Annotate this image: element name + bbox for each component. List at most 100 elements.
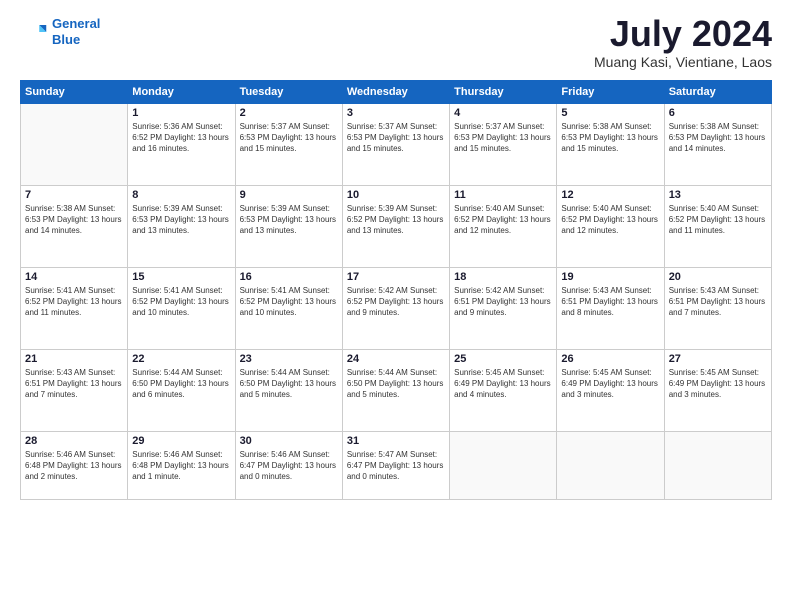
- day-info: Sunrise: 5:47 AM Sunset: 6:47 PM Dayligh…: [347, 449, 445, 483]
- day-info: Sunrise: 5:46 AM Sunset: 6:47 PM Dayligh…: [240, 449, 338, 483]
- table-row: 27Sunrise: 5:45 AM Sunset: 6:49 PM Dayli…: [664, 350, 771, 432]
- day-info: Sunrise: 5:37 AM Sunset: 6:53 PM Dayligh…: [240, 121, 338, 155]
- day-number: 28: [25, 435, 123, 447]
- col-tuesday: Tuesday: [235, 81, 342, 104]
- month-year: July 2024: [594, 16, 772, 52]
- day-number: 7: [25, 189, 123, 201]
- day-number: 2: [240, 107, 338, 119]
- day-info: Sunrise: 5:44 AM Sunset: 6:50 PM Dayligh…: [347, 367, 445, 401]
- title-section: July 2024 Muang Kasi, Vientiane, Laos: [594, 16, 772, 70]
- day-number: 24: [347, 353, 445, 365]
- col-monday: Monday: [128, 81, 235, 104]
- table-row: 18 Sunrise: 5:42 AM Sunset: 6:51 PM Dayli…: [450, 268, 557, 350]
- day-info: Sunrise: 5:40 AM Sunset: 6:52 PM Dayligh…: [454, 203, 552, 237]
- table-row: [21, 104, 128, 186]
- table-row: 12 Sunrise: 5:40 AM Sunset: 6:52 PM Dayli…: [557, 186, 664, 268]
- col-sunday: Sunday: [21, 81, 128, 104]
- table-row: 29 Sunrise: 5:46 AM Sunset: 6:48 PM Dayli…: [128, 432, 235, 500]
- day-info: Sunrise: 5:43 AM Sunset: 6:51 PM Dayligh…: [25, 367, 123, 401]
- day-number: 13: [669, 189, 767, 201]
- table-row: [557, 432, 664, 500]
- table-row: 1 Sunrise: 5:36 AM Sunset: 6:52 PM Daylig…: [128, 104, 235, 186]
- table-row: 13 Sunrise: 5:40 AM Sunset: 6:52 PM Dayli…: [664, 186, 771, 268]
- day-number: 9: [240, 189, 338, 201]
- day-number: 21: [25, 353, 123, 365]
- day-info: Sunrise: 5:45 AM Sunset: 6:49 PM Dayligh…: [454, 367, 552, 401]
- day-number: 19: [561, 271, 659, 283]
- table-row: 8 Sunrise: 5:39 AM Sunset: 6:53 PM Daylig…: [128, 186, 235, 268]
- col-friday: Friday: [557, 81, 664, 104]
- logo-line2: Blue: [52, 32, 80, 47]
- logo-icon: [20, 18, 48, 46]
- day-info: Sunrise: 5:36 AM Sunset: 6:52 PM Dayligh…: [132, 121, 230, 155]
- table-row: 20Sunrise: 5:43 AM Sunset: 6:51 PM Dayli…: [664, 268, 771, 350]
- table-row: 7 Sunrise: 5:38 AM Sunset: 6:53 PM Daylig…: [21, 186, 128, 268]
- table-row: 22Sunrise: 5:44 AM Sunset: 6:50 PM Dayli…: [128, 350, 235, 432]
- day-info: Sunrise: 5:42 AM Sunset: 6:51 PM Dayligh…: [454, 285, 552, 319]
- day-info: Sunrise: 5:44 AM Sunset: 6:50 PM Dayligh…: [240, 367, 338, 401]
- day-number: 22: [132, 353, 230, 365]
- table-row: 14Sunrise: 5:41 AM Sunset: 6:52 PM Dayli…: [21, 268, 128, 350]
- table-row: 6 Sunrise: 5:38 AM Sunset: 6:53 PM Daylig…: [664, 104, 771, 186]
- day-number: 4: [454, 107, 552, 119]
- logo-line1: General: [52, 16, 100, 31]
- day-info: Sunrise: 5:38 AM Sunset: 6:53 PM Dayligh…: [669, 121, 767, 155]
- col-saturday: Saturday: [664, 81, 771, 104]
- day-number: 10: [347, 189, 445, 201]
- table-row: 4 Sunrise: 5:37 AM Sunset: 6:53 PM Daylig…: [450, 104, 557, 186]
- day-info: Sunrise: 5:39 AM Sunset: 6:53 PM Dayligh…: [132, 203, 230, 237]
- table-row: 28 Sunrise: 5:46 AM Sunset: 6:48 PM Dayli…: [21, 432, 128, 500]
- col-thursday: Thursday: [450, 81, 557, 104]
- day-info: Sunrise: 5:46 AM Sunset: 6:48 PM Dayligh…: [25, 449, 123, 483]
- table-row: 26 Sunrise: 5:45 AM Sunset: 6:49 PM Dayli…: [557, 350, 664, 432]
- table-row: 21 Sunrise: 5:43 AM Sunset: 6:51 PM Dayli…: [21, 350, 128, 432]
- table-row: 16Sunrise: 5:41 AM Sunset: 6:52 PM Dayli…: [235, 268, 342, 350]
- table-row: 24 Sunrise: 5:44 AM Sunset: 6:50 PM Dayli…: [342, 350, 449, 432]
- day-number: 16: [240, 271, 338, 283]
- day-number: 17: [347, 271, 445, 283]
- table-row: 10Sunrise: 5:39 AM Sunset: 6:52 PM Dayli…: [342, 186, 449, 268]
- day-number: 15: [132, 271, 230, 283]
- day-info: Sunrise: 5:40 AM Sunset: 6:52 PM Dayligh…: [561, 203, 659, 237]
- table-row: 30Sunrise: 5:46 AM Sunset: 6:47 PM Dayli…: [235, 432, 342, 500]
- day-number: 5: [561, 107, 659, 119]
- table-row: 17Sunrise: 5:42 AM Sunset: 6:52 PM Dayli…: [342, 268, 449, 350]
- day-number: 31: [347, 435, 445, 447]
- day-number: 26: [561, 353, 659, 365]
- day-info: Sunrise: 5:37 AM Sunset: 6:53 PM Dayligh…: [347, 121, 445, 155]
- day-number: 3: [347, 107, 445, 119]
- table-row: 2 Sunrise: 5:37 AM Sunset: 6:53 PM Daylig…: [235, 104, 342, 186]
- day-info: Sunrise: 5:40 AM Sunset: 6:52 PM Dayligh…: [669, 203, 767, 237]
- day-number: 1: [132, 107, 230, 119]
- logo: General Blue: [20, 16, 100, 47]
- day-number: 25: [454, 353, 552, 365]
- table-row: 5 Sunrise: 5:38 AM Sunset: 6:53 PM Daylig…: [557, 104, 664, 186]
- day-number: 29: [132, 435, 230, 447]
- day-number: 18: [454, 271, 552, 283]
- day-number: 12: [561, 189, 659, 201]
- day-info: Sunrise: 5:43 AM Sunset: 6:51 PM Dayligh…: [669, 285, 767, 319]
- day-number: 11: [454, 189, 552, 201]
- day-info: Sunrise: 5:46 AM Sunset: 6:48 PM Dayligh…: [132, 449, 230, 483]
- day-info: Sunrise: 5:38 AM Sunset: 6:53 PM Dayligh…: [561, 121, 659, 155]
- table-row: [450, 432, 557, 500]
- header: General Blue July 2024 Muang Kasi, Vient…: [20, 16, 772, 70]
- day-number: 6: [669, 107, 767, 119]
- table-row: 23 Sunrise: 5:44 AM Sunset: 6:50 PM Dayli…: [235, 350, 342, 432]
- day-info: Sunrise: 5:37 AM Sunset: 6:53 PM Dayligh…: [454, 121, 552, 155]
- col-wednesday: Wednesday: [342, 81, 449, 104]
- table-row: [664, 432, 771, 500]
- day-info: Sunrise: 5:43 AM Sunset: 6:51 PM Dayligh…: [561, 285, 659, 319]
- day-info: Sunrise: 5:41 AM Sunset: 6:52 PM Dayligh…: [25, 285, 123, 319]
- table-row: 11 Sunrise: 5:40 AM Sunset: 6:52 PM Dayli…: [450, 186, 557, 268]
- calendar-header-row: Sunday Monday Tuesday Wednesday Thursday…: [21, 81, 772, 104]
- day-number: 23: [240, 353, 338, 365]
- table-row: 9Sunrise: 5:39 AM Sunset: 6:53 PM Daylig…: [235, 186, 342, 268]
- day-number: 8: [132, 189, 230, 201]
- day-info: Sunrise: 5:45 AM Sunset: 6:49 PM Dayligh…: [561, 367, 659, 401]
- table-row: 15Sunrise: 5:41 AM Sunset: 6:52 PM Dayli…: [128, 268, 235, 350]
- calendar-table: Sunday Monday Tuesday Wednesday Thursday…: [20, 80, 772, 500]
- day-info: Sunrise: 5:45 AM Sunset: 6:49 PM Dayligh…: [669, 367, 767, 401]
- day-info: Sunrise: 5:38 AM Sunset: 6:53 PM Dayligh…: [25, 203, 123, 237]
- table-row: 19 Sunrise: 5:43 AM Sunset: 6:51 PM Dayli…: [557, 268, 664, 350]
